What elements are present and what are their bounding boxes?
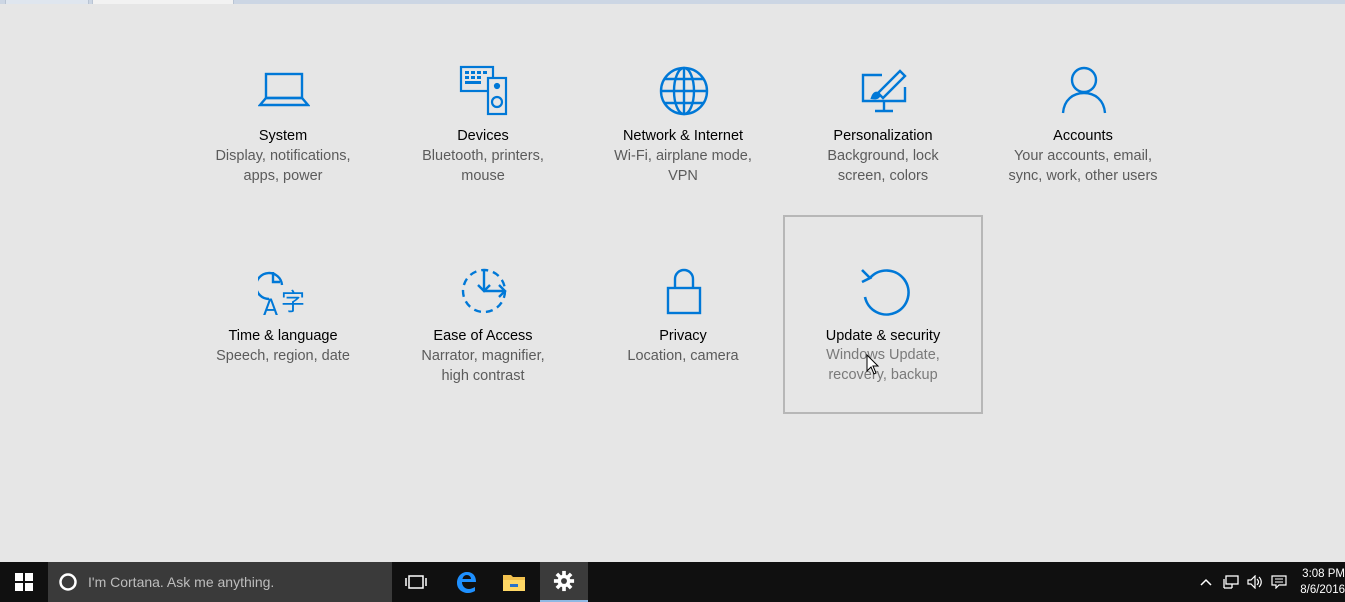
tile-description: Windows Update, recovery, backup xyxy=(826,347,940,383)
tile-accounts[interactable]: Accounts Your accounts, email, sync, wor… xyxy=(983,24,1183,224)
file-explorer-button[interactable] xyxy=(490,562,538,602)
taskbar: I'm Cortana. Ask me anything. 3:08 PM 8/… xyxy=(0,562,1345,602)
settings-taskbar-button[interactable] xyxy=(540,562,588,602)
tile-title: Accounts xyxy=(1053,128,1113,144)
settings-gear-icon xyxy=(553,570,575,592)
lock-icon xyxy=(658,265,710,317)
tile-description: Speech, region, date xyxy=(216,348,350,364)
tile-description: Wi-Fi, airplane mode, VPN xyxy=(614,148,752,184)
action-center-button[interactable] xyxy=(1268,562,1290,602)
tile-description: Bluetooth, printers, mouse xyxy=(422,148,544,184)
start-button[interactable] xyxy=(0,562,48,602)
task-view-icon xyxy=(405,575,427,589)
tile-title: Network & Internet xyxy=(622,128,744,144)
tile-title: Update & security xyxy=(825,328,941,344)
tile-title: Personalization xyxy=(833,128,933,144)
settings-window: System Display, notifications, apps, pow… xyxy=(0,0,1345,602)
show-hidden-icons-button[interactable] xyxy=(1198,562,1214,602)
cortana-icon xyxy=(59,573,77,591)
volume-tray-button[interactable] xyxy=(1244,562,1266,602)
personalization-icon xyxy=(858,65,910,117)
ease-of-access-icon xyxy=(458,265,510,317)
cortana-search-box[interactable]: I'm Cortana. Ask me anything. xyxy=(48,562,392,602)
tile-title: Ease of Access xyxy=(433,328,533,344)
network-tray-button[interactable] xyxy=(1220,562,1242,602)
tile-system[interactable]: System Display, notifications, apps, pow… xyxy=(183,24,383,224)
devices-icon xyxy=(458,65,510,117)
tile-description: Your accounts, email, sync, work, other … xyxy=(1008,148,1158,184)
tile-time-language[interactable]: A 字 Time & language Speech, region, date xyxy=(183,224,383,424)
speaker-icon xyxy=(1247,575,1262,589)
svg-text:字: 字 xyxy=(281,288,305,316)
tile-description: Display, notifications, apps, power xyxy=(215,148,351,184)
tile-title: Devices xyxy=(457,128,509,144)
tile-title: System xyxy=(258,128,308,144)
tile-title: Privacy xyxy=(659,328,707,344)
mouse-pointer-icon xyxy=(866,353,880,376)
refresh-icon xyxy=(858,264,910,316)
taskbar-clock[interactable]: 3:08 PM 8/6/2016 xyxy=(1298,566,1345,598)
tile-personalization[interactable]: Personalization Background, lock screen,… xyxy=(783,24,983,224)
tile-description: Background, lock screen, colors xyxy=(827,148,939,184)
time-language-icon: A 字 xyxy=(258,265,310,317)
tile-description: Location, camera xyxy=(627,348,739,364)
tile-privacy[interactable]: Privacy Location, camera xyxy=(583,224,783,424)
laptop-icon xyxy=(258,65,310,117)
tile-description: Narrator, magnifier, high contrast xyxy=(421,348,545,384)
window-tab[interactable] xyxy=(5,0,89,4)
tile-title: Time & language xyxy=(228,328,338,344)
edge-button[interactable] xyxy=(442,562,490,602)
tile-update-security[interactable]: Update & security Windows Update, recove… xyxy=(783,215,983,414)
clock-date: 8/6/2016 xyxy=(1300,584,1345,596)
person-icon xyxy=(1058,65,1110,117)
tile-ease-of-access[interactable]: Ease of Access Narrator, magnifier, high… xyxy=(383,224,583,424)
clock-time: 3:08 PM xyxy=(1302,568,1345,580)
globe-icon xyxy=(658,65,710,117)
windows-logo-icon xyxy=(15,573,33,591)
task-view-button[interactable] xyxy=(392,562,440,602)
file-explorer-icon xyxy=(503,575,525,591)
notification-icon xyxy=(1271,575,1287,589)
edge-icon xyxy=(457,572,476,593)
tile-network-internet[interactable]: Network & Internet Wi-Fi, airplane mode,… xyxy=(583,24,783,224)
window-tab-active[interactable] xyxy=(92,0,234,4)
network-icon xyxy=(1223,575,1239,589)
window-top-strip xyxy=(0,0,1345,4)
chevron-up-icon xyxy=(1200,578,1212,586)
tile-devices[interactable]: Devices Bluetooth, printers, mouse xyxy=(383,24,583,224)
search-placeholder: I'm Cortana. Ask me anything. xyxy=(88,574,275,590)
svg-text:A: A xyxy=(263,296,278,317)
